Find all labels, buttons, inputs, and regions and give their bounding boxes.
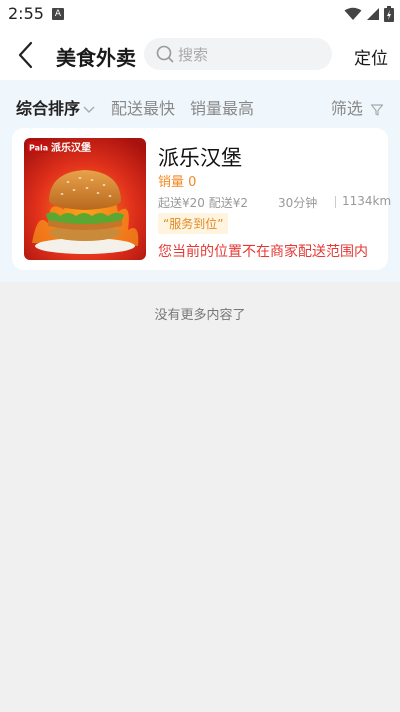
notification-icon: A xyxy=(52,8,64,20)
status-time: 2:55 xyxy=(8,4,44,23)
min-order: 起送¥20 xyxy=(158,196,205,210)
out-of-range-warning: 您当前的位置不在商家配送范围内 xyxy=(158,244,368,260)
sort-highest-sales[interactable]: 销量最高 xyxy=(190,95,254,119)
shop-sales: 销量 0 xyxy=(158,175,197,190)
sort-comprehensive-label: 综合排序 xyxy=(16,99,81,118)
filter-label: 筛选 xyxy=(330,99,363,118)
page-title: 美食外卖 xyxy=(56,46,136,70)
locate-button[interactable]: 定位 xyxy=(354,44,388,69)
filter-button[interactable]: 筛选 xyxy=(331,95,384,119)
delivery-fee: 配送¥2 xyxy=(208,196,249,210)
brand-name-text: 派乐汉堡 xyxy=(51,141,91,154)
shop-prices: 起送¥20 配送¥2 xyxy=(158,194,248,211)
back-arrow-icon xyxy=(18,41,33,69)
delivery-time: 30分钟 xyxy=(278,196,318,210)
sort-comprehensive[interactable]: 综合排序 xyxy=(16,95,96,119)
shop-name: 派乐汉堡 xyxy=(158,146,242,170)
search-icon xyxy=(156,45,174,63)
chevron-down-icon xyxy=(83,106,95,113)
wifi-icon xyxy=(344,7,362,20)
distance: 1134km xyxy=(342,194,392,208)
brand-logo-text: Pala xyxy=(29,144,48,153)
service-tag: “服务到位” xyxy=(158,213,229,234)
header-bar: 美食外卖 定位 xyxy=(0,30,400,80)
shop-image: Pala 派乐汉堡 xyxy=(24,138,146,260)
funnel-icon xyxy=(370,103,384,116)
status-bar: 2:55 A xyxy=(0,0,400,30)
back-button[interactable] xyxy=(12,40,42,70)
battery-icon xyxy=(384,6,394,22)
no-more-content: 没有更多内容了 xyxy=(154,308,246,323)
burger-image: Pala 派乐汉堡 xyxy=(24,138,146,260)
divider xyxy=(335,196,336,208)
status-icons xyxy=(344,6,394,22)
signal-icon xyxy=(367,8,379,20)
sort-fastest-delivery[interactable]: 配送最快 xyxy=(111,95,175,119)
search-box[interactable] xyxy=(144,38,332,72)
search-input[interactable] xyxy=(176,38,330,72)
shop-card[interactable]: Pala 派乐汉堡 派乐汉堡 销量 0 起送¥20 配送¥2 30分钟 1134… xyxy=(12,128,392,270)
sort-bar: 综合排序 配送最快 销量最高 筛选 xyxy=(0,80,400,128)
